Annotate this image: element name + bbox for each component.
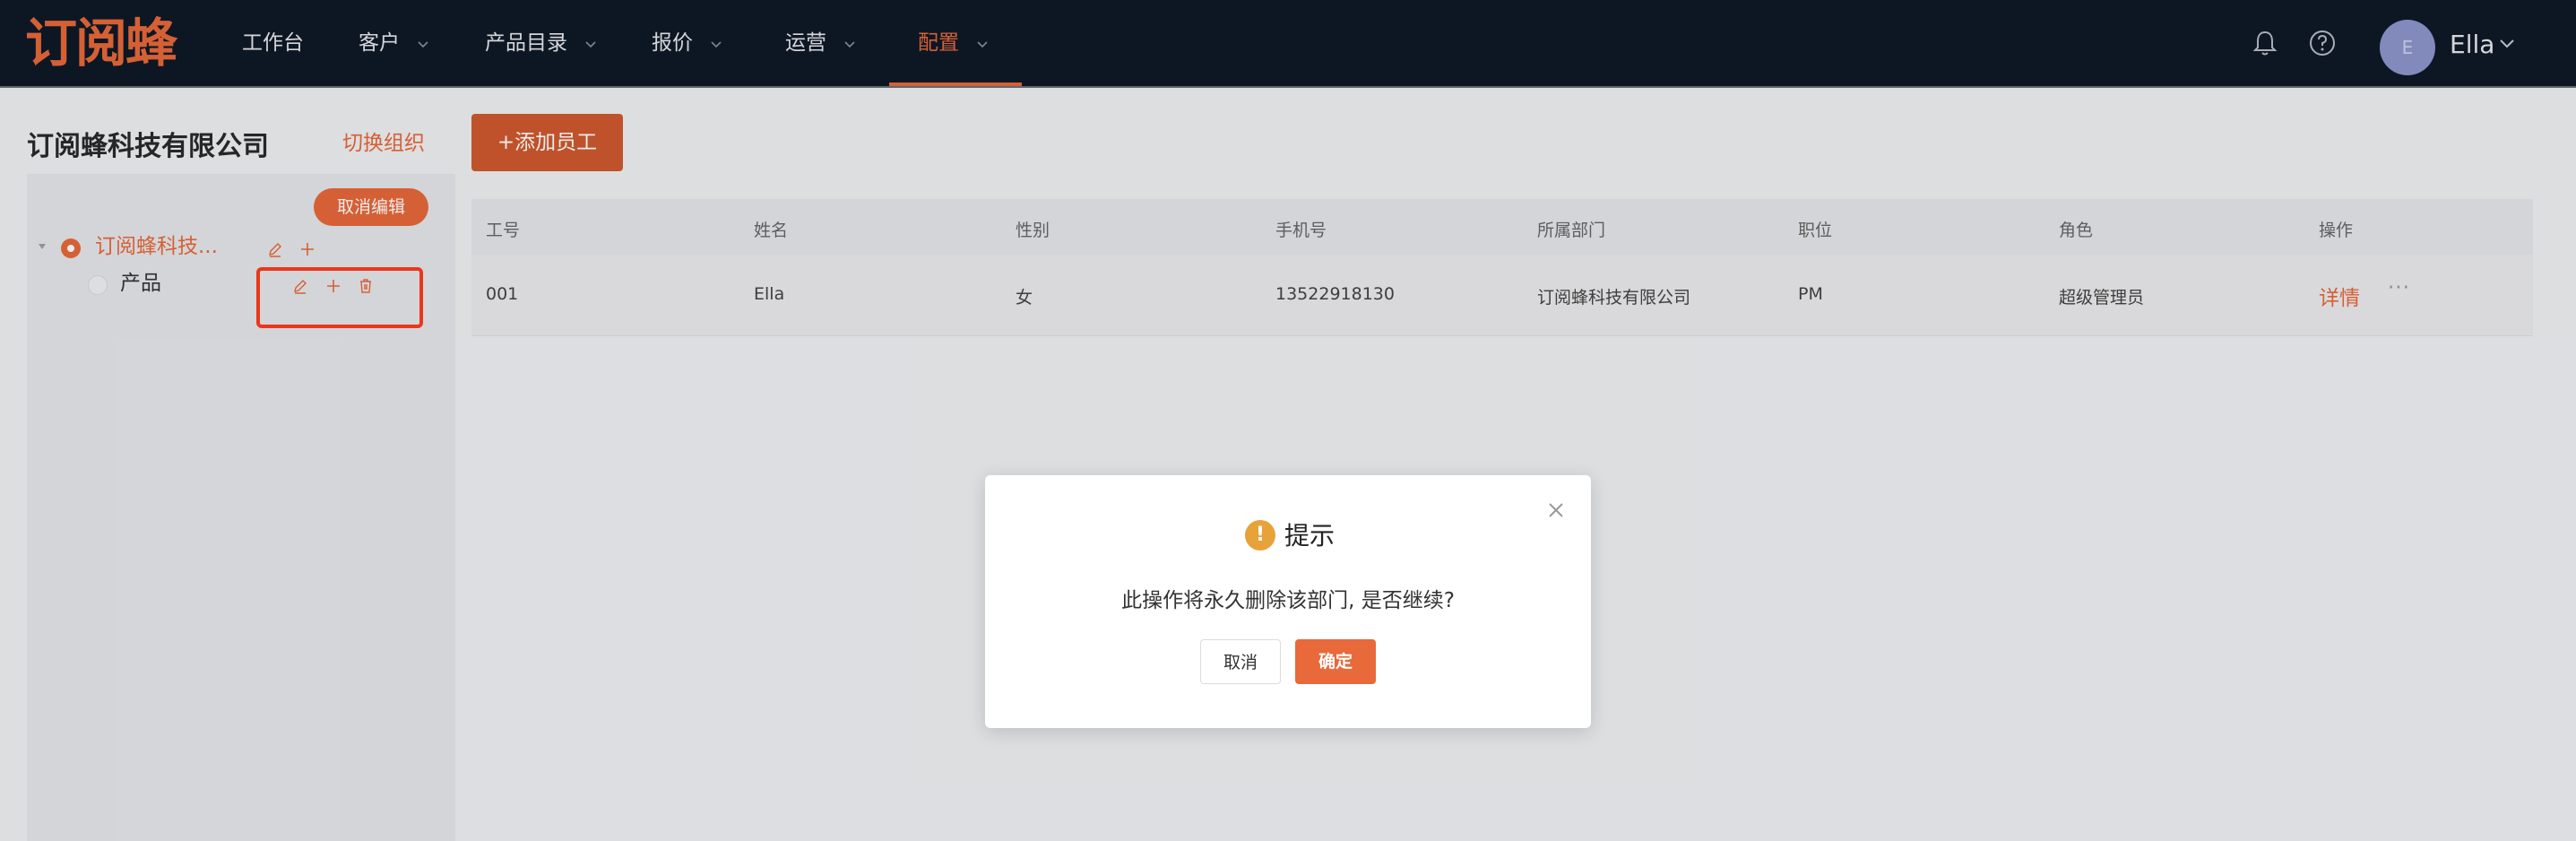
cancel-button[interactable]: 取消 <box>1200 639 1281 684</box>
dialog-message: 此操作将永久删除该部门, 是否继续? <box>1121 589 1455 612</box>
warning-icon: ! <box>1245 520 1275 551</box>
close-icon[interactable] <box>1546 500 1566 520</box>
confirm-button[interactable]: 确定 <box>1295 639 1376 684</box>
dialog-title: 提示 <box>1284 521 1336 551</box>
confirm-dialog: ! 提示 此操作将永久删除该部门, 是否继续? 取消 确定 <box>985 475 1591 728</box>
